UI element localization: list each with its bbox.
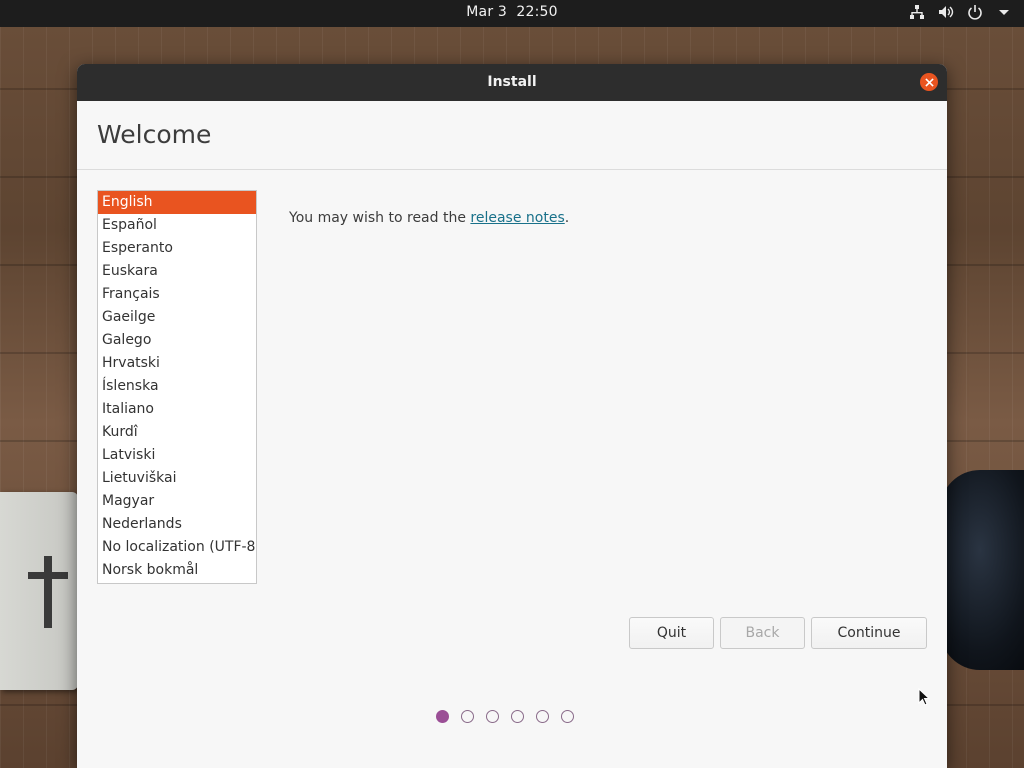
release-notes-link[interactable]: release notes [470,210,564,226]
divider [77,169,947,170]
language-option[interactable]: Euskara [98,260,256,283]
close-button[interactable] [920,73,938,91]
language-option[interactable]: Nederlands [98,513,256,536]
progress-dot [536,710,549,723]
language-option[interactable]: Français [98,283,256,306]
progress-dot [486,710,499,723]
back-button[interactable]: Back [720,617,805,649]
language-option[interactable]: Esperanto [98,237,256,260]
language-option[interactable]: Galego [98,329,256,352]
power-icon[interactable] [967,4,983,20]
continue-button[interactable]: Continue [811,617,927,649]
language-option[interactable]: Italiano [98,398,256,421]
language-option[interactable]: Kurdî [98,421,256,444]
progress-dot [436,710,449,723]
chevron-down-icon[interactable] [996,4,1012,20]
title-bar[interactable]: Install [77,64,947,101]
language-option[interactable]: Lietuviškai [98,467,256,490]
release-notes-suffix: . [564,210,570,226]
language-option[interactable]: Norsk bokmål [98,559,256,582]
quit-button[interactable]: Quit [629,617,714,649]
installer-window: Install Welcome English Español Esperanto E… [77,64,947,768]
mouse-cursor-icon [918,688,930,706]
volume-icon[interactable] [938,4,954,20]
language-option[interactable]: English [98,191,256,214]
network-icon[interactable] [909,4,925,20]
release-notes-text: You may wish to read the release notes. [289,210,569,226]
language-option[interactable]: Íslenska [98,375,256,398]
language-option[interactable]: Español [98,214,256,237]
language-option[interactable]: Magyar [98,490,256,513]
desktop-wallpaper-mug [940,470,1024,670]
progress-dots [436,710,574,723]
close-icon [924,77,934,87]
language-option[interactable]: No localization (UTF-8) [98,536,256,559]
window-title: Install [487,74,537,90]
language-option[interactable]: Latviski [98,444,256,467]
clock-time: 22:50 [516,4,558,20]
language-option[interactable]: Gaeilge [98,306,256,329]
clock[interactable]: Mar 3 22:50 [0,4,1024,20]
cross-icon [28,556,68,628]
system-tray[interactable] [909,4,1012,20]
desktop-wallpaper-book [0,492,78,690]
language-list[interactable]: English Español Esperanto Euskara Français Ga… [97,190,257,584]
progress-dot [511,710,524,723]
progress-dot [461,710,474,723]
release-notes-prefix: You may wish to read the [289,210,471,226]
top-bar: Mar 3 22:50 [0,0,1024,27]
clock-date: Mar 3 [466,4,508,20]
language-option[interactable]: Hrvatski [98,352,256,375]
page-title: Welcome [97,120,212,149]
progress-dot [561,710,574,723]
